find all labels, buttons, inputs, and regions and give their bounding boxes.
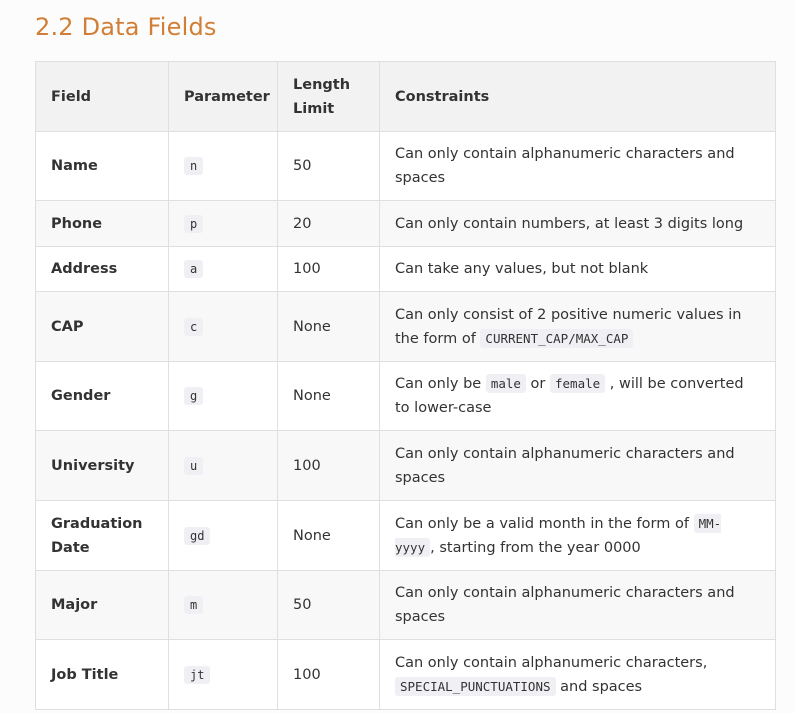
constraint-text: Can only be a valid month in the form of — [395, 515, 689, 532]
parameter-code: gd — [184, 526, 211, 545]
parameter-cell: a — [168, 246, 278, 292]
table-row: CAP c None Can only consist of 2 positiv… — [35, 291, 776, 362]
constraint-text: or — [530, 376, 546, 392]
header-field: Field — [35, 61, 169, 132]
constraint-text: , starting from the year 0000 — [430, 539, 641, 556]
length-limit: None — [277, 500, 380, 571]
field-name: CAP — [35, 291, 169, 362]
table-header-row: Field Parameter Length Limit Constraints — [35, 61, 776, 132]
constraint-code: CURRENT_CAP/MAX_CAP — [480, 328, 634, 348]
constraint-code: male — [485, 374, 526, 393]
table-row: Phone p 20 Can only contain numbers, at … — [35, 200, 776, 247]
parameter-cell: p — [168, 200, 278, 247]
length-limit: 100 — [277, 430, 380, 501]
header-length-limit: Length Limit — [277, 61, 380, 132]
constraints: Can only contain numbers, at least 3 dig… — [379, 200, 776, 247]
table-row: Job Title jt 100 Can only contain alphan… — [35, 639, 776, 710]
table-row: Name n 50 Can only contain alphanumeric … — [35, 131, 776, 201]
constraints: Can only contain alphanumeric characters… — [379, 430, 776, 501]
constraint-code: female — [550, 374, 606, 393]
length-limit: 50 — [277, 131, 380, 201]
field-name: Job Title — [35, 639, 169, 710]
constraints: Can only consist of 2 positive numeric v… — [379, 291, 776, 362]
field-name: Phone — [35, 200, 169, 247]
constraint-text: Can only contain alphanumeric characters… — [395, 654, 708, 671]
header-parameter: Parameter — [168, 61, 278, 132]
parameter-code: n — [184, 157, 204, 175]
table-row: University u 100 Can only contain alphan… — [35, 430, 776, 501]
table-row: Gender g None Can only be male or female… — [35, 361, 776, 431]
constraint-text: Can only be — [395, 376, 482, 392]
constraints: Can only contain alphanumeric characters… — [379, 570, 776, 640]
field-name: Graduation Date — [35, 500, 169, 571]
parameter-cell: g — [168, 361, 278, 431]
parameter-code: a — [184, 260, 204, 278]
header-constraints: Constraints — [379, 61, 776, 132]
section-title: 2.2 Data Fields — [35, 13, 217, 41]
parameter-code: g — [184, 387, 204, 405]
parameter-code: p — [184, 214, 204, 233]
parameter-cell: gd — [168, 500, 278, 571]
parameter-code: c — [184, 317, 204, 336]
parameter-code: u — [184, 456, 204, 475]
data-fields-table: Field Parameter Length Limit Constraints… — [35, 61, 776, 710]
table-row: Graduation Date gd None Can only be a va… — [35, 500, 776, 571]
parameter-cell: jt — [168, 639, 278, 710]
parameter-code: m — [184, 596, 204, 614]
constraint-code: SPECIAL_PUNCTUATIONS — [395, 676, 556, 696]
length-limit: None — [277, 361, 380, 431]
length-limit: 100 — [277, 246, 380, 292]
constraints: Can take any values, but not blank — [379, 246, 776, 292]
table-row: Address a 100 Can take any values, but n… — [35, 246, 776, 292]
field-name: Address — [35, 246, 169, 292]
field-name: Major — [35, 570, 169, 640]
parameter-cell: c — [168, 291, 278, 362]
length-limit: 50 — [277, 570, 380, 640]
document-page: 2.2 Data Fields Field Parameter Length L… — [0, 0, 794, 713]
field-name: Name — [35, 131, 169, 201]
length-limit: 100 — [277, 639, 380, 710]
constraints: Can only contain alphanumeric characters… — [379, 131, 776, 201]
parameter-cell: u — [168, 430, 278, 501]
constraints: Can only be male or female , will be con… — [379, 361, 776, 431]
length-limit: 20 — [277, 200, 380, 247]
field-name: University — [35, 430, 169, 501]
table-row: Major m 50 Can only contain alphanumeric… — [35, 570, 776, 640]
field-name: Gender — [35, 361, 169, 431]
parameter-code: jt — [184, 665, 211, 684]
length-limit: None — [277, 291, 380, 362]
parameter-cell: m — [168, 570, 278, 640]
constraints: Can only contain alphanumeric characters… — [379, 639, 776, 710]
constraint-text: and spaces — [560, 678, 643, 695]
parameter-cell: n — [168, 131, 278, 201]
constraints: Can only be a valid month in the form of… — [379, 500, 776, 571]
